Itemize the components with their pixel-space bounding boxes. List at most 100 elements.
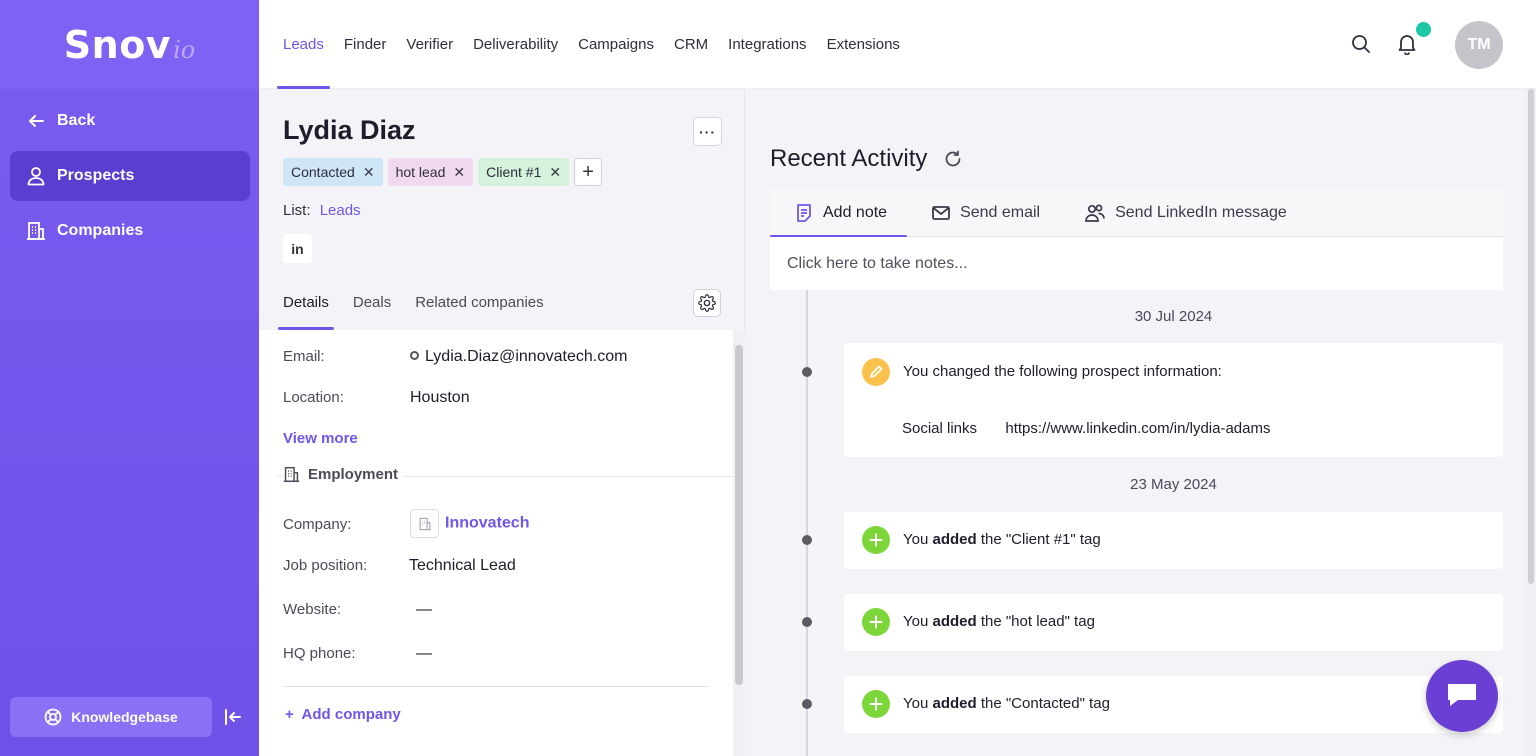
knowledgebase-button[interactable]: Knowledgebase [10,697,212,737]
sidebar-item-prospects[interactable]: Prospects [10,151,250,201]
back-label: Back [57,112,96,129]
nav-verifier[interactable]: Verifier [406,0,453,89]
note-input[interactable]: Click here to take notes... [770,237,1503,290]
details-scrollbar[interactable] [733,330,745,756]
activity-panel: Recent Activity Add note Send email Send… [746,89,1526,756]
email-value[interactable]: Lydia.Diaz@innovatech.com [410,348,627,366]
email-text: Lydia.Diaz@innovatech.com [425,348,628,365]
nav-extensions[interactable]: Extensions [827,0,900,89]
activity-card-tag: You added the "hot lead" tag [844,594,1503,651]
recent-activity-title: Recent Activity [770,145,928,172]
building-icon [283,466,300,483]
nav-campaigns[interactable]: Campaigns [578,0,654,89]
remove-tag-icon[interactable]: ✕ [549,164,561,181]
hq-phone-value: — [416,645,432,662]
scrollbar-thumb[interactable] [735,345,743,685]
more-options-button[interactable]: ··· [693,117,722,146]
job-position-label: Job position: [283,557,368,574]
tab-related-companies[interactable]: Related companies [415,284,543,330]
scrollbar-thumb[interactable] [1528,89,1534,584]
activity-text: You added the "hot lead" tag [903,613,1095,630]
list-link[interactable]: Leads [320,202,361,219]
timeline-dot [802,535,812,545]
search-icon[interactable] [1351,34,1371,59]
nav-integrations[interactable]: Integrations [728,0,806,89]
nav-crm[interactable]: CRM [674,0,708,89]
linkedin-icon[interactable]: in [283,234,312,263]
notification-badge [1416,22,1431,37]
nav-deliverability[interactable]: Deliverability [473,0,558,89]
tag-label: Client #1 [486,164,542,180]
employment-header: Employment [283,466,405,483]
tag-contacted: Contacted ✕ [283,158,383,186]
tab-add-note[interactable]: Add note [770,189,908,238]
company-link: Innovatech [445,514,530,532]
avatar[interactable]: TM [1455,21,1503,69]
tag-label: hot lead [395,164,446,180]
text-part: You [903,531,933,548]
activity-card-tag: You added the "Client #1" tag [844,512,1503,569]
add-tag-button[interactable]: + [574,158,603,186]
activity-tabs: Add note Send email Send LinkedIn messag… [770,189,1503,238]
add-company-label: Add company [301,706,401,723]
change-field: Social links [902,420,978,437]
company-value[interactable]: Innovatech [410,509,529,538]
back-button[interactable]: Back [10,96,250,146]
tab-deals[interactable]: Deals [353,284,391,330]
remove-tag-icon[interactable]: ✕ [363,164,375,181]
remove-tag-icon[interactable]: ✕ [453,164,465,181]
refresh-icon[interactable] [943,149,963,169]
tab-send-linkedin-message[interactable]: Send LinkedIn message [1060,189,1307,237]
note-placeholder: Click here to take notes... [787,254,968,272]
activity-text: You added the "Contacted" tag [903,695,1110,712]
nav-leads[interactable]: Leads [277,0,330,89]
tag-list: Contacted ✕ hot lead ✕ Client #1 ✕ + [283,158,603,186]
lifebuoy-icon [44,708,62,726]
employment-label: Employment [308,466,399,483]
text-verb: added [932,613,977,630]
logo[interactable]: Snov io [0,0,259,89]
timeline-dot [802,367,812,377]
timeline-line [806,290,808,756]
logo-main-text: Snov [63,22,172,67]
mail-icon [931,203,951,223]
list-row: List: Leads [283,202,361,219]
view-more-link[interactable]: View more [283,430,358,447]
prospect-tabs: Details Deals Related companies [278,284,568,330]
timeline-date: 30 Jul 2024 [1134,308,1213,325]
timeline-date: 23 May 2024 [1130,476,1217,493]
plus-circle-icon [862,690,890,718]
activity-text: You changed the following prospect infor… [903,363,1222,380]
knowledgebase-label: Knowledgebase [71,709,178,725]
pencil-icon [862,358,890,386]
company-label: Company: [283,516,352,533]
sidebar-item-companies[interactable]: Companies [10,206,250,256]
tab-details[interactable]: Details [278,284,334,330]
tab-send-email[interactable]: Send email [907,189,1060,237]
change-detail: Social links https://www.linkedin.com/in… [902,420,1270,437]
text-part: You [903,613,933,630]
text-part: the "Contacted" tag [976,695,1110,712]
add-company-button[interactable]: + Add company [285,706,401,723]
timeline-dot [802,699,812,709]
nav-finder[interactable]: Finder [344,0,387,89]
page-scrollbar[interactable] [1526,89,1536,756]
tag-label: Contacted [291,164,355,180]
website-label: Website: [283,601,342,618]
bell-icon[interactable] [1397,33,1417,60]
top-navigation-bar: Leads Finder Verifier Deliverability Cam… [259,0,1536,89]
activity-text: You added the "Client #1" tag [903,531,1101,548]
activity-card-change: You changed the following prospect infor… [844,343,1503,457]
chat-support-button[interactable] [1426,660,1498,732]
chat-icon [1445,679,1479,714]
prospect-name: Lydia Diaz [283,115,416,145]
gear-icon[interactable] [693,289,721,317]
email-label: Email: [283,348,325,365]
plus-icon: + [285,706,294,723]
main-nav: Leads Finder Verifier Deliverability Cam… [277,0,920,89]
tab-label: Send LinkedIn message [1115,204,1287,221]
website-value: — [416,601,432,618]
user-icon [26,166,46,186]
collapse-sidebar-icon[interactable] [222,706,244,728]
tab-label: Send email [960,204,1041,221]
